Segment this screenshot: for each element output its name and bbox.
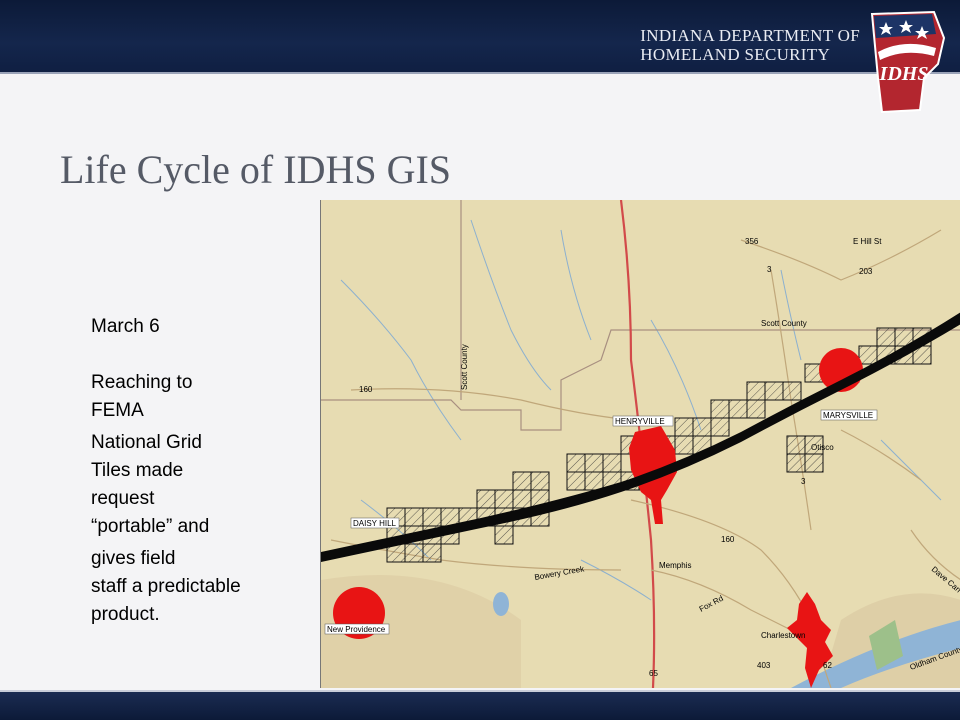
bullet-reaching-line2: FEMA <box>91 400 144 421</box>
label-scott-county-h: Scott County <box>761 319 807 328</box>
label-otisco: Otisco <box>811 443 834 452</box>
label-route-403: 403 <box>757 661 771 670</box>
header-bar: INDIANA DEPARTMENT OF HOMELAND SECURITY <box>0 0 960 74</box>
bullet-grid-line4: “portable” and <box>91 516 210 537</box>
tornado-map: DAISY HILL HENRYVILLE MARYSVILLE New Pro… <box>320 200 960 688</box>
label-marysville: MARYSVILLE <box>823 411 873 420</box>
bullet-grid-line2: Tiles made <box>91 460 184 481</box>
label-memphis: Memphis <box>659 561 691 570</box>
bullet-reaching-line1: Reaching to <box>91 372 193 393</box>
bullet-grid-line1: National Grid <box>91 432 202 453</box>
bullet-grid-line3: request <box>91 488 155 509</box>
idhs-logo: IDHS <box>870 10 946 114</box>
org-name-line1: INDIANA DEPARTMENT OF <box>640 26 860 45</box>
bullet-field-line3: product. <box>91 604 160 625</box>
org-name-line2: HOMELAND SECURITY <box>640 45 831 64</box>
bullet-field-line2: staff a predictable <box>91 576 241 597</box>
label-route-160-e: 160 <box>721 535 735 544</box>
label-route-160-w: 160 <box>359 385 373 394</box>
label-route-356: 356 <box>745 237 759 246</box>
label-route-65: 65 <box>649 669 658 678</box>
bullet-date: March 6 <box>91 316 160 337</box>
label-route-203: 203 <box>859 267 873 276</box>
label-daisy-hill: DAISY HILL <box>353 519 397 528</box>
map-canvas: DAISY HILL HENRYVILLE MARYSVILLE New Pro… <box>321 200 960 688</box>
label-route-3-n: 3 <box>767 265 772 274</box>
label-charlestown: Charlestown <box>761 631 805 640</box>
label-scott-county-v: Scott County <box>460 344 469 390</box>
label-route-62: 62 <box>823 661 832 670</box>
page-title: Life Cycle of IDHS GIS <box>60 147 452 192</box>
label-new-providence: New Providence <box>327 625 386 634</box>
logo-text: IDHS <box>879 63 929 85</box>
label-route-3-s: 3 <box>801 477 806 486</box>
label-henryville: HENRYVILLE <box>615 417 665 426</box>
org-name: INDIANA DEPARTMENT OF HOMELAND SECURITY <box>640 26 860 64</box>
label-e-hill-st: E Hill St <box>853 237 882 246</box>
bullet-field-line1: gives field <box>91 548 176 569</box>
footer-bar <box>0 690 960 720</box>
bullet-text: March 6 Reaching to FEMA National Grid T… <box>91 313 291 629</box>
